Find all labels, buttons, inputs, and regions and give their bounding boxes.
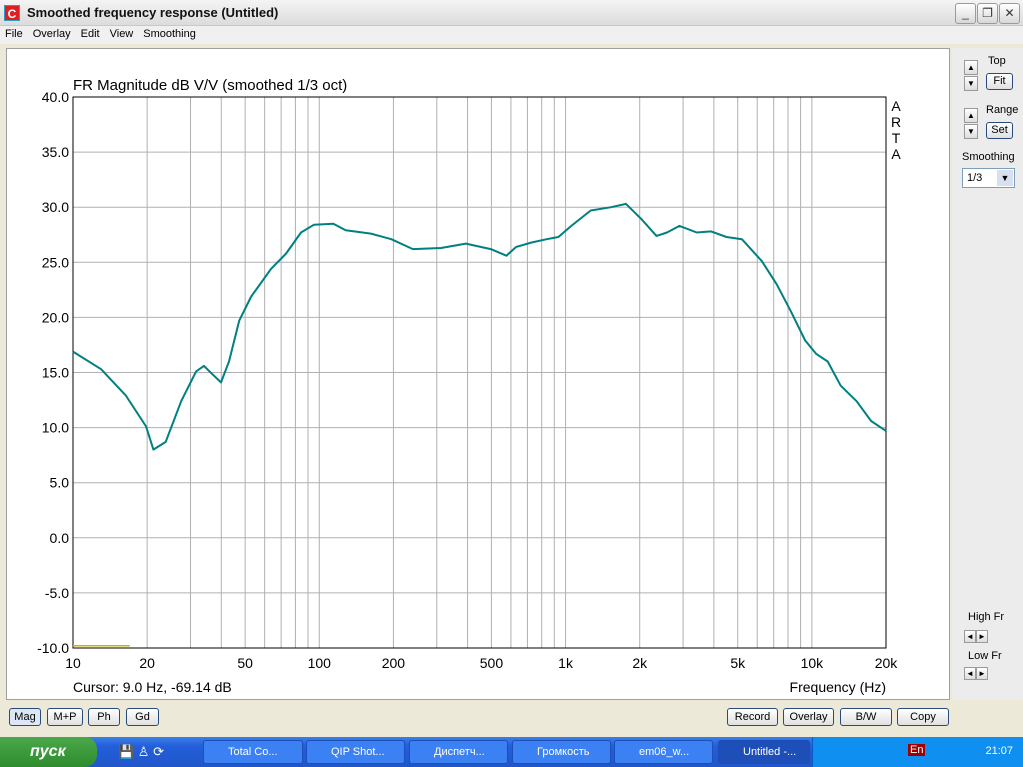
mp-button[interactable]: M+P xyxy=(47,708,83,726)
task-task-manager[interactable]: Диспетч... xyxy=(409,740,508,764)
task-total-commander[interactable]: Total Co... xyxy=(203,740,303,764)
cursor-readout: Cursor: 9.0 Hz, -69.14 dB xyxy=(73,679,232,695)
smoothing-select[interactable]: 1/3 ▼ xyxy=(962,168,1015,188)
app-icon: C xyxy=(4,5,20,21)
menu-bar: File Overlay Edit View Smoothing xyxy=(0,26,1023,44)
high-fr-left-button[interactable]: ◄ xyxy=(964,630,976,643)
x-tick-label: 20k xyxy=(875,655,899,671)
x-tick-label: 500 xyxy=(480,655,504,671)
x-tick-label: 5k xyxy=(730,655,746,671)
top-down-button[interactable]: ▼ xyxy=(964,76,978,91)
smoothing-value: 1/3 xyxy=(967,172,983,184)
taskbar: пуск 💾 ♙ ⟳ Total Co... QIP Shot... Диспе… xyxy=(0,737,1023,767)
side-panel: ▲ ▼ Top Fit ▲ ▼ Range Set Smoothing 1/3 … xyxy=(952,48,1023,700)
set-button[interactable]: Set xyxy=(986,122,1013,139)
y-tick-label: 25.0 xyxy=(42,254,69,270)
x-tick-label: 2k xyxy=(632,655,648,671)
menu-edit[interactable]: Edit xyxy=(76,26,105,40)
y-tick-label: 40.0 xyxy=(42,89,69,105)
x-tick-label: 10k xyxy=(801,655,825,671)
task-em06[interactable]: em06_w... xyxy=(614,740,713,764)
chart-panel: 40.0 35.0 30.0 25.0 20.0 15.0 10.0 5.0 0.0 -5.0 -1… xyxy=(6,48,950,700)
x-tick-label: 10 xyxy=(65,655,81,671)
task-untitled-arta[interactable]: Untitled -... xyxy=(718,740,810,764)
x-tick-label: 1k xyxy=(558,655,574,671)
x-tick-label: 20 xyxy=(139,655,155,671)
frequency-response-chart[interactable]: 40.0 35.0 30.0 25.0 20.0 15.0 10.0 5.0 0.0 -5.0 -1… xyxy=(7,49,951,701)
close-button[interactable]: ✕ xyxy=(999,3,1020,24)
ph-button[interactable]: Ph xyxy=(88,708,120,726)
x-tick-label: 50 xyxy=(237,655,253,671)
gd-button[interactable]: Gd xyxy=(126,708,159,726)
y-tick-label: 15.0 xyxy=(42,365,69,381)
window-title: Smoothed frequency response (Untitled) xyxy=(27,5,279,20)
y-tick-label: 10.0 xyxy=(42,420,69,436)
fit-button[interactable]: Fit xyxy=(986,73,1013,90)
title-bar: C Smoothed frequency response (Untitled)… xyxy=(0,0,1023,26)
range-up-button[interactable]: ▲ xyxy=(964,108,978,123)
y-tick-label: 0.0 xyxy=(50,530,70,546)
y-tick-label: -5.0 xyxy=(45,585,69,601)
top-up-button[interactable]: ▲ xyxy=(964,60,978,75)
menu-view[interactable]: View xyxy=(105,26,139,40)
menu-smoothing[interactable]: Smoothing xyxy=(138,26,201,40)
low-fr-label: Low Fr xyxy=(968,650,1002,662)
y-tick-label: -10.0 xyxy=(37,640,69,656)
x-tick-label: 200 xyxy=(382,655,406,671)
low-fr-left-button[interactable]: ◄ xyxy=(964,667,976,680)
start-button[interactable]: пуск xyxy=(0,737,97,767)
record-button[interactable]: Record xyxy=(727,708,778,726)
high-fr-right-button[interactable]: ► xyxy=(976,630,988,643)
language-indicator[interactable]: En xyxy=(908,744,926,756)
x-tick-label: 100 xyxy=(308,655,332,671)
y-tick-label: 35.0 xyxy=(42,144,69,160)
menu-file[interactable]: File xyxy=(0,26,28,40)
range-label: Range xyxy=(986,104,1019,116)
mag-button[interactable]: Mag xyxy=(9,708,41,726)
maximize-button[interactable]: ❐ xyxy=(977,3,998,24)
start-label: пуск xyxy=(30,743,66,760)
high-fr-label: High Fr xyxy=(968,611,1005,623)
top-label: Top xyxy=(988,55,1006,67)
y-tick-label: 30.0 xyxy=(42,199,69,215)
series-line-0 xyxy=(72,202,887,451)
system-tray: En 21:07 xyxy=(812,737,1023,767)
x-axis-label: Frequency (Hz) xyxy=(790,679,886,695)
y-tick-label: 20.0 xyxy=(42,309,69,325)
low-fr-right-button[interactable]: ► xyxy=(976,667,988,680)
arta-watermark: ARTA xyxy=(891,98,901,162)
task-volume[interactable]: Громкость xyxy=(512,740,611,764)
quick-launch-icons[interactable]: 💾 ♙ ⟳ xyxy=(118,744,164,760)
copy-button[interactable]: Copy xyxy=(897,708,949,726)
y-tick-label: 5.0 xyxy=(50,475,70,491)
chevron-down-icon: ▼ xyxy=(997,170,1013,186)
bw-button[interactable]: B/W xyxy=(840,708,892,726)
overlay-button[interactable]: Overlay xyxy=(783,708,834,726)
minimize-button[interactable]: _ xyxy=(955,3,976,24)
range-down-button[interactable]: ▼ xyxy=(964,124,978,139)
menu-overlay[interactable]: Overlay xyxy=(28,26,76,40)
chart-title: FR Magnitude dB V/V (smoothed 1/3 oct) xyxy=(73,77,347,94)
task-qip-shot[interactable]: QIP Shot... xyxy=(306,740,405,764)
clock: 21:07 xyxy=(985,745,1013,757)
smoothing-label: Smoothing xyxy=(962,151,1015,163)
